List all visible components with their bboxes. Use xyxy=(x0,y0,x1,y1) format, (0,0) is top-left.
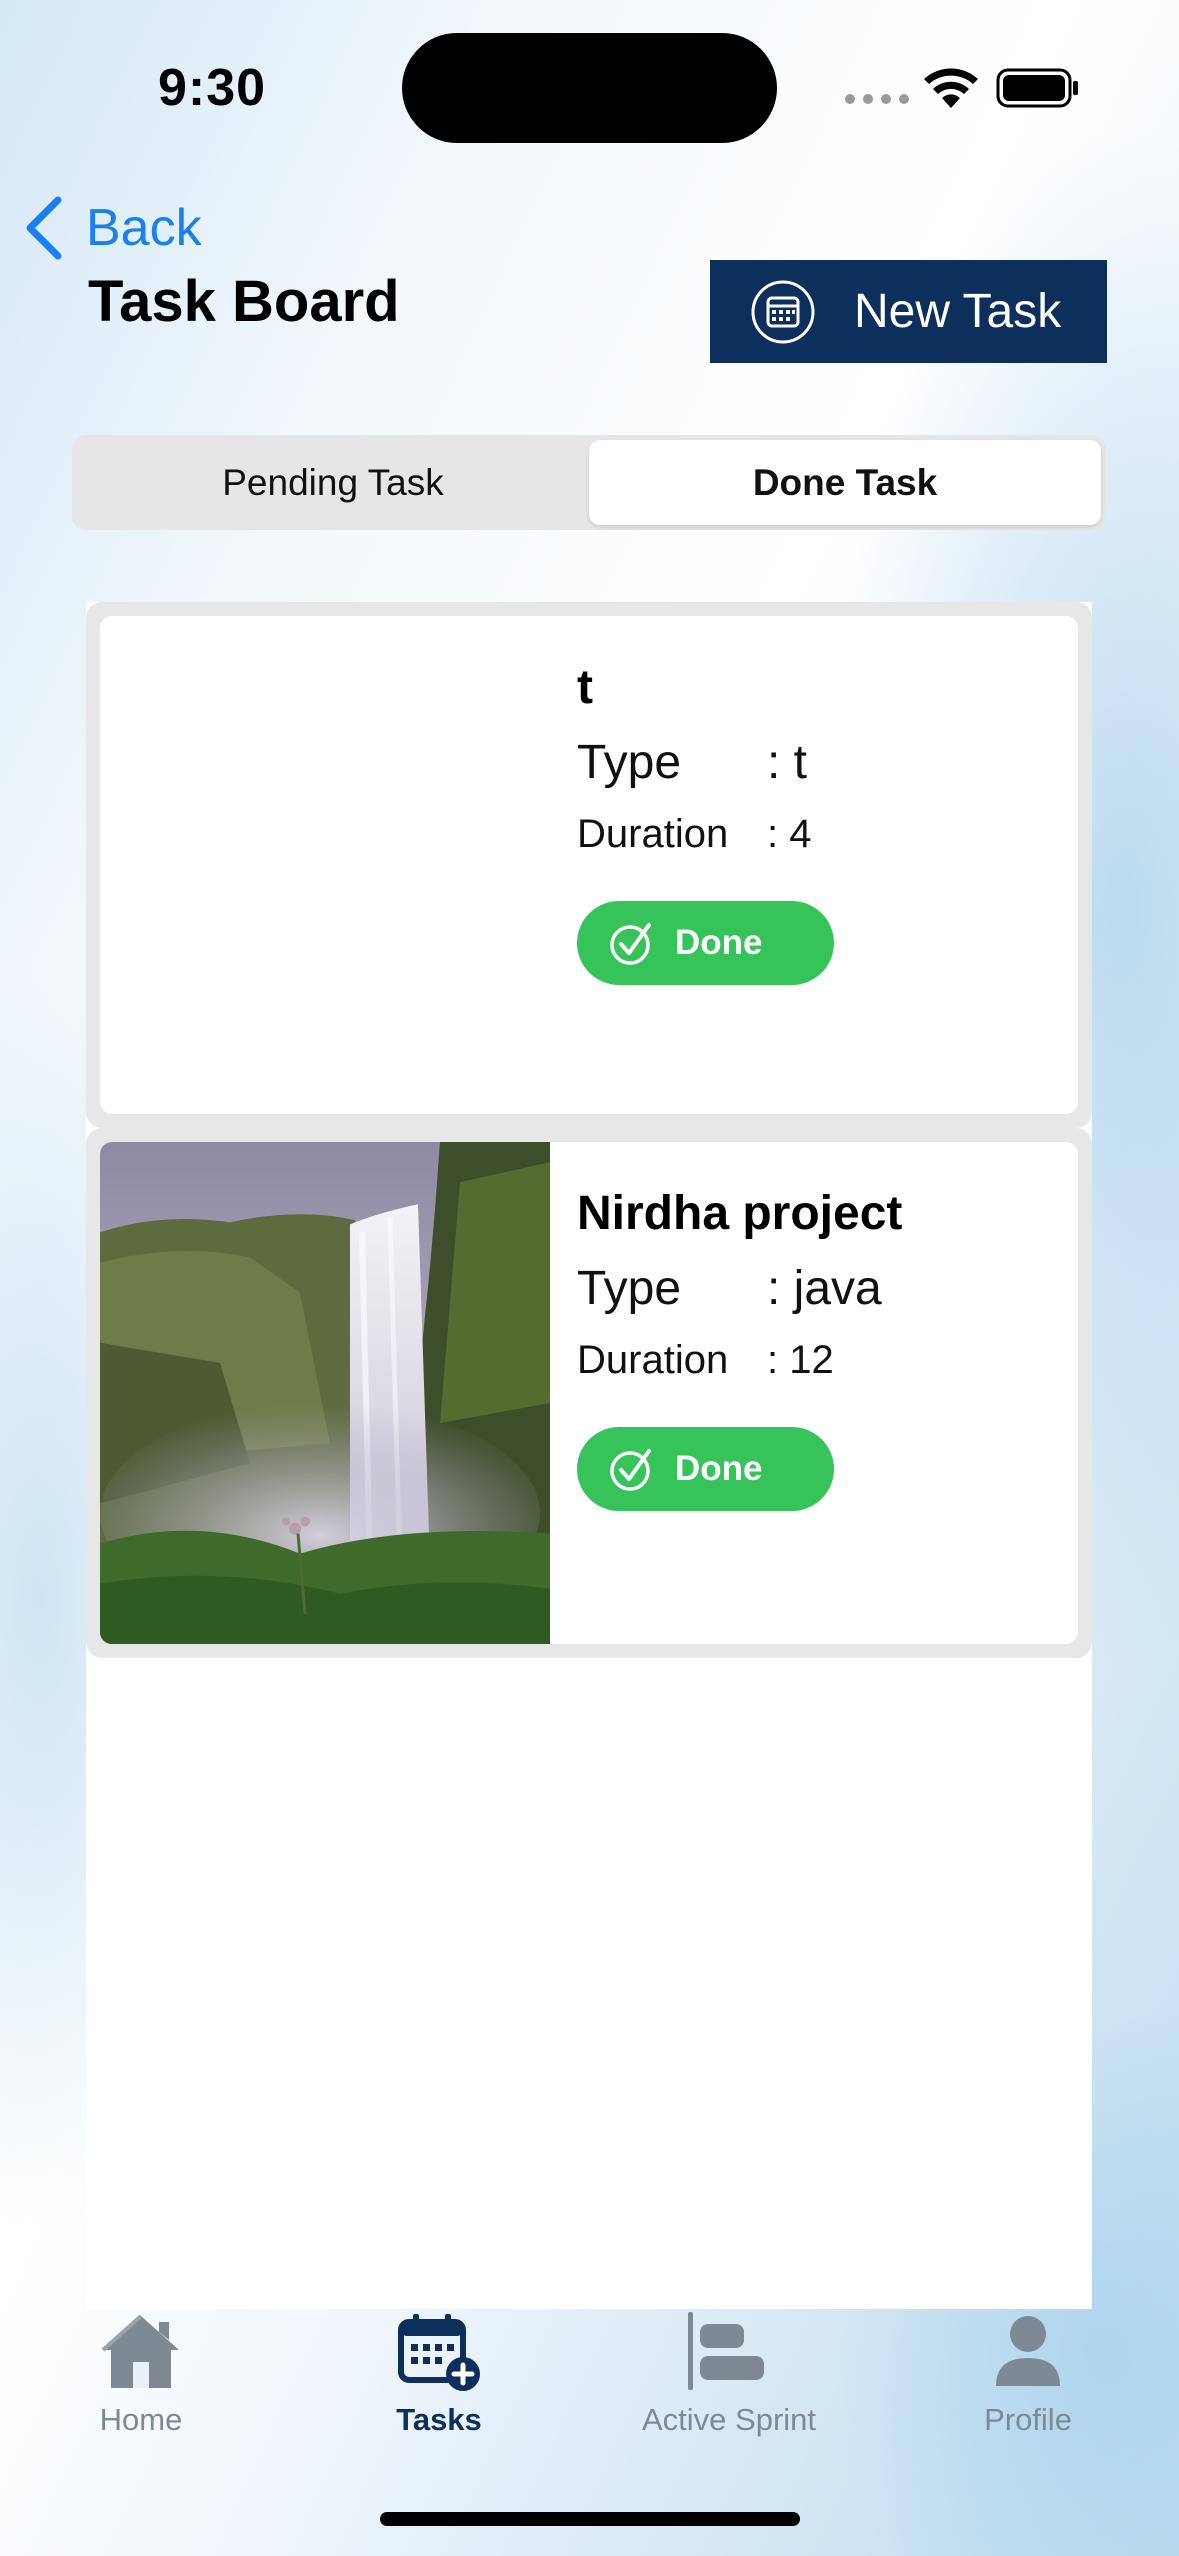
task-duration-label: Duration xyxy=(577,812,729,856)
signal-dots-icon xyxy=(845,94,909,104)
tab-active-sprint-label: Active Sprint xyxy=(642,2402,817,2437)
status-time: 9:30 xyxy=(158,59,267,117)
task-title: Nirdha project xyxy=(577,1187,903,1240)
home-indicator xyxy=(380,2512,800,2526)
dynamic-island xyxy=(402,33,777,143)
calendar-icon xyxy=(751,280,815,343)
task-type-row: Type : java xyxy=(577,1261,1078,1316)
task-filter-segment: Pending Task Done Task xyxy=(72,435,1106,530)
tab-active-sprint[interactable]: Active Sprint xyxy=(642,2310,816,2438)
battery-icon xyxy=(996,68,1078,108)
task-duration-row: Duration : 4 xyxy=(577,812,1078,857)
tab-tasks[interactable]: Tasks xyxy=(393,2310,485,2438)
back-button[interactable]: Back xyxy=(22,196,202,260)
task-duration-row: Duration : 12 xyxy=(577,1338,1078,1383)
check-circle-icon xyxy=(610,1449,651,1491)
new-task-button[interactable]: New Task xyxy=(710,260,1107,363)
tab-tasks-label: Tasks xyxy=(396,2402,482,2437)
calendar-plus-icon xyxy=(398,2314,480,2391)
task-list: t Type : t Duration : 4 Done Nirdha proj… xyxy=(86,602,1092,2309)
check-circle-icon xyxy=(610,923,651,965)
task-title: t xyxy=(577,661,593,714)
tab-profile[interactable]: Profile xyxy=(982,2310,1074,2438)
tab-home-label: Home xyxy=(99,2402,183,2437)
task-type-value: : java xyxy=(767,1262,882,1315)
task-type-row: Type : t xyxy=(577,735,1078,790)
chevron-left-icon xyxy=(26,196,62,260)
task-duration-value: : 4 xyxy=(767,812,812,856)
task-type-value: : t xyxy=(767,736,808,789)
task-duration-label: Duration xyxy=(577,1338,729,1382)
house-icon xyxy=(101,2314,179,2388)
task-card[interactable]: Nirdha project Type : java Duration : 12… xyxy=(86,1128,1092,1658)
tab-home[interactable]: Home xyxy=(95,2310,187,2438)
tab-bar: Home Tasks Active Sprint Profile xyxy=(0,2310,1179,2470)
tab-done-task[interactable]: Done Task xyxy=(589,440,1101,525)
tab-profile-label: Profile xyxy=(984,2402,1072,2437)
done-label: Done xyxy=(675,1449,763,1488)
done-button[interactable]: Done xyxy=(577,901,834,985)
task-type-label: Type xyxy=(577,736,682,789)
task-type-label: Type xyxy=(577,1262,682,1315)
task-duration-value: : 12 xyxy=(767,1338,834,1382)
person-icon xyxy=(996,2316,1060,2386)
wifi-icon xyxy=(924,68,978,108)
waterfall-photo xyxy=(100,1142,550,1644)
task-card[interactable]: t Type : t Duration : 4 Done xyxy=(86,602,1092,1128)
gantt-icon xyxy=(688,2312,764,2390)
new-task-label: New Task xyxy=(854,285,1062,338)
page-title: Task Board xyxy=(88,269,400,334)
done-label: Done xyxy=(675,923,763,962)
done-button[interactable]: Done xyxy=(577,1427,834,1511)
back-label: Back xyxy=(86,199,202,257)
tab-pending-task[interactable]: Pending Task xyxy=(77,440,589,525)
